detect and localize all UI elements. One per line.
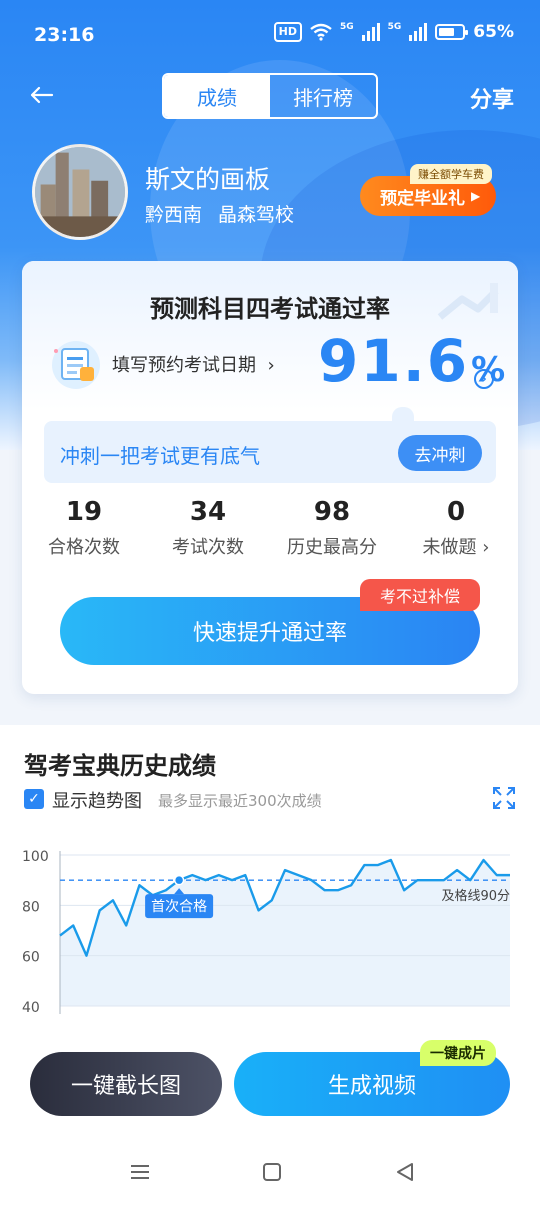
status-time: 23:16 <box>34 24 95 46</box>
y-tick-label: 100 <box>22 849 49 865</box>
promo-tag: 赚全额学车费 <box>410 164 492 184</box>
network-5g-label-2: 5G <box>387 22 402 32</box>
show-trend-checkbox[interactable]: ✓ <box>24 789 44 809</box>
y-tick-label: 60 <box>22 950 40 966</box>
first-pass-point <box>173 874 185 886</box>
pass-line-label: 及格线90分 <box>441 888 510 904</box>
trend-note: 最多显示最近300次成绩 <box>158 792 322 810</box>
stat-value: 34 <box>189 497 227 527</box>
calendar-document-icon <box>52 341 100 389</box>
chevron-right-icon: ▶ <box>471 189 481 203</box>
stat-value: 98 <box>313 497 351 527</box>
chevron-right-icon: › <box>261 355 275 376</box>
chart-area <box>60 860 510 1006</box>
avatar[interactable] <box>32 144 128 240</box>
stat-value: 19 <box>65 497 103 527</box>
first-pass-label: 首次合格 <box>151 899 207 915</box>
stat-label: 历史最高分 <box>287 537 377 558</box>
pass-rate-card: 预测科目四考试通过率 填写预约考试日期 › 91.6 % › 冲刺一把考试更有底… <box>22 261 518 694</box>
fullscreen-icon[interactable] <box>492 786 516 810</box>
fill-exam-date-label: 填写预约考试日期 <box>112 355 256 376</box>
card-title: 预测科目四考试通过率 <box>150 295 390 323</box>
wifi-icon <box>310 23 332 41</box>
fill-exam-date-link[interactable]: 填写预约考试日期 › <box>112 351 275 377</box>
stat-label: 未做题 <box>422 537 477 558</box>
system-navigation-bar <box>131 1163 413 1181</box>
tab-ranking[interactable]: 排行榜 <box>270 75 376 117</box>
stat-highest-score[interactable]: 98 历史最高分 <box>270 497 394 559</box>
stat-label-wrap: 未做题 › <box>394 533 518 559</box>
history-title: 驾考宝典历史成绩 <box>24 752 216 780</box>
stat-pass-count[interactable]: 19 合格次数 <box>22 497 146 559</box>
sprint-text: 冲刺一把考试更有底气 <box>60 444 260 468</box>
sprint-banner: 冲刺一把考试更有底气 去冲刺 <box>44 421 496 483</box>
back-arrow-icon[interactable] <box>26 80 56 110</box>
signal-icon <box>361 23 380 41</box>
stat-label: 考试次数 <box>172 537 244 558</box>
long-screenshot-button[interactable]: 一键截长图 <box>30 1052 222 1116</box>
home-icon[interactable] <box>263 1163 281 1181</box>
stat-value: 0 <box>446 497 466 527</box>
back-triangle-icon[interactable] <box>397 1163 413 1181</box>
chevron-right-icon: › <box>476 537 490 558</box>
avatar-image <box>35 147 125 237</box>
score-trend-chart: 100 80 60 40 及格线90分首次合格 <box>22 849 510 1016</box>
status-icons: HD 5G 5G 65% <box>273 22 514 42</box>
stat-exam-count[interactable]: 34 考试次数 <box>146 497 270 559</box>
status-bar: 23:16 HD 5G 5G 65% <box>0 0 540 70</box>
y-tick-label: 80 <box>22 899 40 915</box>
pass-rate-number: 91.6 <box>318 327 470 395</box>
battery-percent: 65% <box>473 22 514 42</box>
share-button[interactable]: 分享 <box>470 82 514 114</box>
graduation-gift-label: 预定毕业礼 <box>380 188 465 209</box>
tab-bar: 成绩 排行榜 <box>162 73 378 119</box>
signal-icon-2 <box>409 23 428 41</box>
refund-tag: 考不过补偿 <box>360 579 480 611</box>
stats-row: 19 合格次数 34 考试次数 98 历史最高分 0 未做题 › <box>22 497 518 559</box>
hd-icon: HD <box>273 22 302 42</box>
user-school-info: 黔西南 晶森驾校 <box>145 200 294 227</box>
menu-icon[interactable] <box>131 1165 149 1179</box>
tab-score[interactable]: 成绩 <box>164 75 270 117</box>
battery-icon <box>435 24 469 40</box>
rate-detail-arrow-icon[interactable]: › <box>474 369 494 389</box>
user-school: 晶森驾校 <box>218 204 295 226</box>
user-region: 黔西南 <box>145 204 203 226</box>
user-name: 斯文的画板 <box>145 165 271 194</box>
sprint-button[interactable]: 去冲刺 <box>398 435 482 471</box>
video-tag: 一键成片 <box>420 1040 496 1066</box>
stat-label: 合格次数 <box>48 537 120 558</box>
show-trend-label[interactable]: 显示趋势图 <box>52 787 142 813</box>
network-5g-label: 5G <box>339 22 354 32</box>
stat-undone[interactable]: 0 未做题 › <box>394 497 518 559</box>
y-tick-label: 40 <box>22 1000 40 1016</box>
